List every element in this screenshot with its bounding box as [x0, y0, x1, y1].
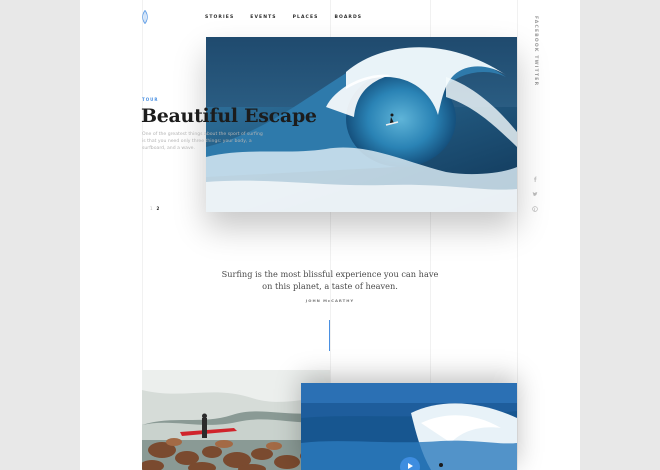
pinterest-icon[interactable] — [532, 206, 538, 212]
main-nav: STORIES EVENTS PLACES BOARDS — [205, 15, 362, 20]
facebook-icon[interactable] — [532, 176, 538, 182]
hero-pager: 1 2 — [150, 206, 159, 211]
quote-author: JOHN McCARTHY — [305, 298, 355, 303]
nav-places[interactable]: PLACES — [293, 15, 319, 20]
accent-divider — [329, 320, 330, 351]
social-side-label: FACEBOOK TWITTER — [533, 16, 538, 87]
hero-title: Beautiful Escape — [141, 105, 317, 127]
hero-kicker: TOUR — [142, 97, 159, 102]
nav-boards[interactable]: BOARDS — [334, 15, 362, 20]
surfboard-logo-icon[interactable] — [141, 9, 149, 25]
quote-line-1: Surfing is the most blissful experience … — [221, 269, 439, 279]
barrel-wave-image — [301, 383, 517, 470]
hero-description: One of the greatest things about the spo… — [142, 132, 263, 151]
grid-line — [517, 0, 518, 470]
page: STORIES EVENTS PLACES BOARDS FACEBOOK TW… — [80, 0, 580, 470]
nav-stories[interactable]: STORIES — [205, 15, 234, 20]
quote-line-2: on this planet, a taste of heaven. — [262, 281, 398, 291]
pager-item-1[interactable]: 1 — [150, 206, 153, 211]
play-icon[interactable] — [400, 457, 420, 470]
quote-text: Surfing is the most blissful experience … — [220, 268, 440, 292]
nav-events[interactable]: EVENTS — [250, 15, 276, 20]
twitter-icon[interactable] — [532, 191, 538, 197]
pager-item-2[interactable]: 2 — [157, 206, 160, 211]
